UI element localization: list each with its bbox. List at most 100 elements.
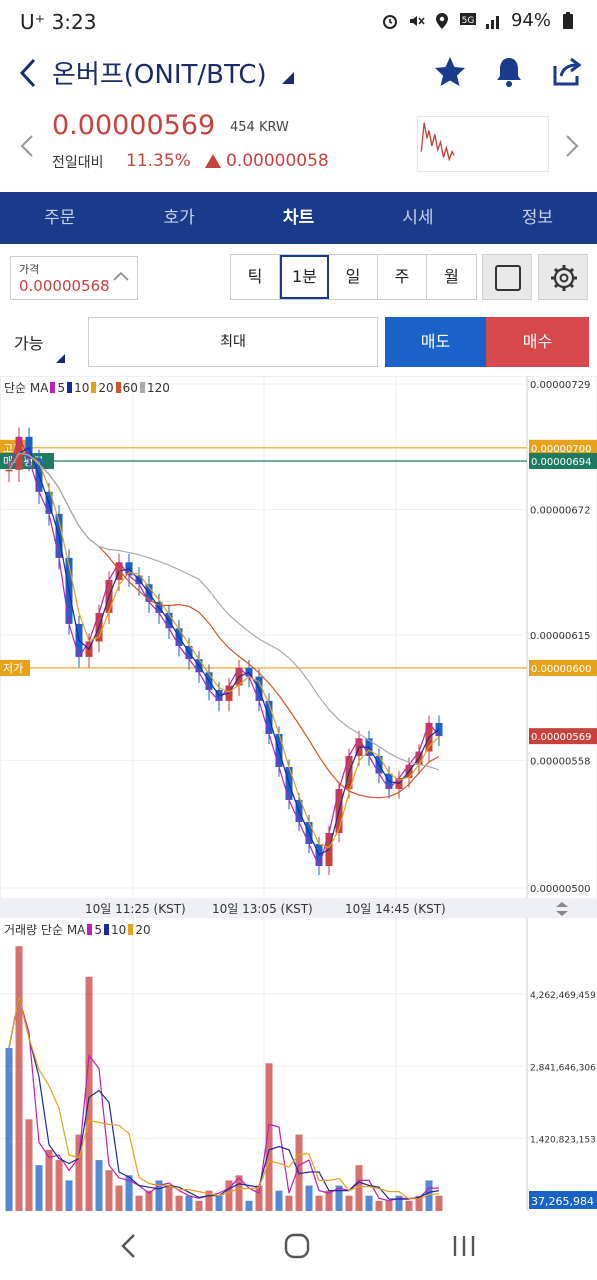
price-tick-label: 0.00000500	[530, 884, 590, 895]
vol-ma20-swatch	[128, 924, 134, 935]
price-tick-label: 0.00000672	[530, 505, 590, 516]
candle-body	[5, 469, 13, 472]
volume-legend: 거래량 단순 MA 5 10 20	[4, 921, 151, 938]
volume-bar	[385, 1200, 393, 1211]
clock: 3:23	[51, 10, 97, 34]
current-price-value: 0.00000569	[531, 732, 591, 743]
tab-orderbook[interactable]: 호가	[119, 192, 238, 244]
current-price: 0.00000569	[52, 110, 216, 141]
price-level-value: 0.00000694	[531, 457, 591, 468]
volume-bar	[85, 976, 93, 1211]
ma120-label: 120	[146, 380, 170, 395]
svg-text:5G: 5G	[462, 16, 475, 26]
volume-bar	[135, 1195, 143, 1211]
vol-ma10-swatch	[104, 924, 110, 935]
change-value: 0.00000058	[226, 151, 329, 171]
price-input-value: 0.00000568	[19, 277, 110, 295]
buy-button[interactable]: 매수	[486, 317, 589, 367]
prev-coin-icon[interactable]	[20, 134, 34, 158]
volume-bar	[95, 1160, 103, 1211]
5g-icon: 5G	[459, 12, 476, 26]
volume-bar	[435, 1195, 443, 1211]
price-input[interactable]: 가격 0.00000568	[10, 256, 138, 300]
price-tick-label: 0.00000558	[530, 756, 590, 767]
vol-ma10-label: 10	[111, 922, 127, 937]
sell-button[interactable]: 매도	[385, 317, 486, 367]
volume-bar	[115, 1185, 123, 1211]
ma20-swatch	[91, 382, 97, 393]
tab-market[interactable]: 시세	[358, 192, 477, 244]
share-icon[interactable]	[549, 54, 585, 90]
volume-bar	[105, 1170, 113, 1211]
price-level-value: 0.00000600	[531, 664, 591, 675]
ma5-label: 5	[57, 380, 66, 395]
price-summary: 0.00000569 454 KRW 전일대비 11.35% 0.0000005…	[0, 104, 597, 186]
battery-icon	[563, 11, 573, 29]
nav-recents-icon[interactable]	[450, 1232, 478, 1260]
back-arrow-icon[interactable]	[14, 56, 44, 90]
volume-bar	[195, 1200, 203, 1211]
dropdown-triangle-icon[interactable]	[282, 72, 294, 84]
mini-chart	[417, 116, 549, 172]
volume-bar	[175, 1195, 183, 1211]
carrier-time: U⁺ 3:23	[20, 10, 96, 34]
fullscreen-button[interactable]	[482, 254, 532, 300]
time-tick-label: 10일 13:05 (KST)	[212, 902, 313, 916]
tab-info[interactable]: 정보	[478, 192, 597, 244]
vol-ma20-line	[8, 996, 440, 1200]
next-coin-icon[interactable]	[565, 134, 579, 158]
volume-bar	[165, 1185, 173, 1211]
volume-bar	[15, 946, 23, 1211]
volume-bar	[285, 1195, 293, 1211]
volume-bar	[185, 1195, 193, 1211]
price-tick-label: 0.00000615	[530, 631, 590, 642]
volume-bar	[305, 1185, 313, 1211]
nav-home-icon[interactable]	[283, 1232, 311, 1260]
period-1min[interactable]: 1분	[280, 255, 329, 299]
volume-bar	[25, 1119, 33, 1211]
period-tick[interactable]: 틱	[231, 255, 280, 299]
period-month[interactable]: 월	[427, 255, 476, 299]
period-selector: 틱 1분 일 주 월	[230, 254, 477, 300]
available-label[interactable]: 가능	[14, 330, 43, 354]
volume-bar	[315, 1195, 323, 1211]
alarm-icon	[382, 14, 397, 29]
price-input-label: 가격	[19, 263, 40, 276]
vol-ma10-line	[8, 996, 440, 1200]
period-week[interactable]: 주	[378, 255, 427, 299]
vol-ma20-label: 20	[135, 922, 151, 937]
volume-tick-label: 2,841,646,306	[530, 1063, 596, 1073]
volume-tick-label: 4,262,469,459	[530, 991, 596, 1001]
ma60-label: 60	[122, 380, 138, 395]
time-tick-label: 10일 14:45 (KST)	[345, 902, 446, 916]
volume-bar	[245, 1200, 253, 1211]
candle-chart-area[interactable]: 0.00000729 0.00000672 0.00000615 0.00000558…	[0, 376, 597, 1211]
square-icon	[495, 265, 521, 291]
volume-bar	[35, 1165, 43, 1211]
vol-ma5-line	[8, 996, 439, 1202]
signal-icon	[485, 15, 499, 29]
period-day[interactable]: 일	[329, 255, 378, 299]
ma20-label: 20	[98, 380, 114, 395]
volume-bar	[375, 1200, 383, 1211]
tab-order[interactable]: 주문	[0, 192, 119, 244]
bell-icon[interactable]	[491, 54, 527, 90]
max-button[interactable]: 최대	[88, 317, 378, 367]
page-title[interactable]: 온버프(ONIT/BTC)	[52, 54, 267, 91]
change-percent: 11.35%	[126, 151, 191, 171]
volume-legend-title: 거래량 단순 MA	[4, 923, 86, 937]
dropdown-triangle-icon[interactable]	[56, 354, 65, 363]
nav-back-icon[interactable]	[118, 1232, 138, 1260]
volume-tick-label: 1,420,823,153	[530, 1136, 596, 1146]
star-icon[interactable]	[432, 54, 468, 90]
battery-percent: 94%	[510, 10, 551, 31]
chevron-up-icon[interactable]	[113, 271, 129, 281]
up-triangle-icon	[205, 154, 221, 168]
vol-ma5-swatch	[87, 924, 93, 935]
tab-chart[interactable]: 차트	[239, 192, 358, 244]
settings-button[interactable]	[538, 254, 588, 300]
chart-canvas[interactable]: 0.00000729 0.00000672 0.00000615 0.00000558…	[0, 376, 597, 1211]
ma60-swatch	[115, 382, 121, 393]
ma10-swatch	[67, 382, 73, 393]
time-tick-label: 10일 11:25 (KST)	[85, 902, 186, 916]
